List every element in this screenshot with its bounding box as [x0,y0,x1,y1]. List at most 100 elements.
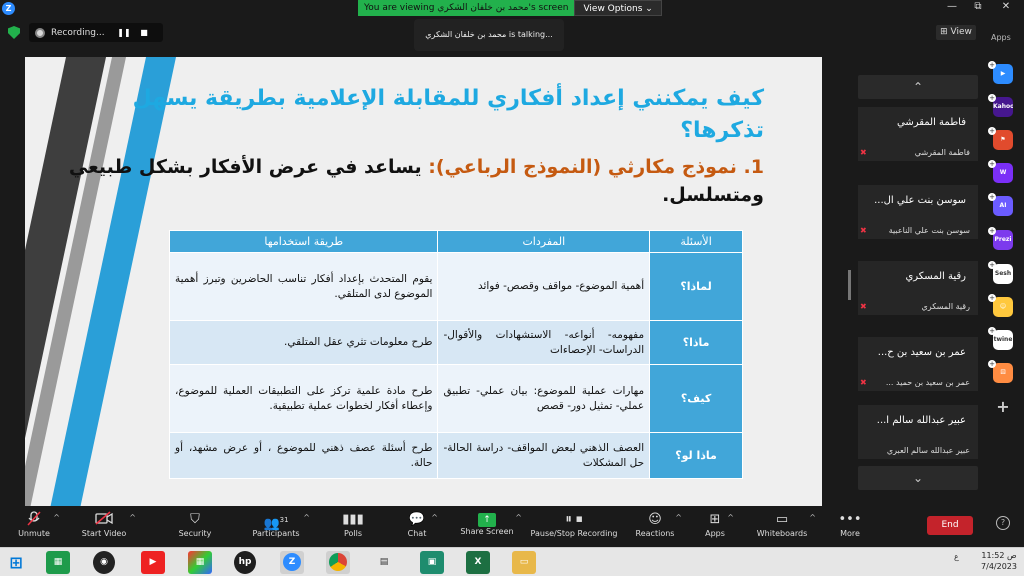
reactions-button[interactable]: ☺ Reactions ^ [634,511,682,547]
security-button[interactable]: ⛉ Security [175,511,215,547]
usage-cell: طرح معلومات تثري عقل المتلقي. [168,320,439,365]
spreadsheet-app-icon[interactable]: ▦ [46,551,70,574]
apps-label: Apps [705,529,725,538]
polls-label: Polls [343,529,363,538]
add-app-plus-icon[interactable]: + [988,160,996,168]
ai-app-icon[interactable]: AI [993,196,1013,216]
scanner-app-icon[interactable]: ▤ [372,551,396,574]
usage-cell: طرح مادة علمية تركز على التطبيقات العملي… [168,364,439,433]
participant-name: رقية المسكري [905,271,966,282]
emoji-app-icon[interactable]: ☺ [993,297,1013,317]
clock-date: 7/4/2023 [981,562,1017,571]
participant-tile[interactable]: فاطمة المقرشي ✖ فاطمة المقرشي [858,107,978,161]
scroll-down-button[interactable]: ⌄ [858,466,978,490]
participants-button[interactable]: 👥31 Participants ^ [248,511,311,547]
column-header: طريقة استخدامها [168,230,439,253]
add-app-plus-icon[interactable]: + [988,193,996,201]
prezi-app-icon[interactable]: Prezi [993,230,1013,250]
participant-label: رقية المسكري [921,302,970,311]
participant-tile[interactable]: عبير عبدالله سالم ا... عبير عبدالله سالم… [858,405,978,459]
vocabulary-cell: مهارات عملية للموضوع: بيان عملي- تطبيق ع… [437,364,651,433]
chevron-up-icon[interactable]: ^ [515,513,522,522]
participant-label: عمر بن سعيد بن حميد ... [885,378,970,387]
chat-button[interactable]: 💬 Chat ^ [402,511,438,547]
colorful-app-icon[interactable]: ▦ [188,551,212,574]
scroll-up-button[interactable]: ⌃ [858,75,978,99]
language-indicator[interactable]: ع [954,552,959,561]
windows-start-icon[interactable]: ⊞ [4,551,28,574]
end-meeting-button[interactable]: End [927,516,973,535]
clock-time: 11:52 ص [981,551,1017,560]
share-screen-button[interactable]: ↑ Share Screen ^ [458,511,522,547]
start-video-label: Start Video [81,529,127,538]
chrome-icon[interactable] [326,551,350,574]
more-button[interactable]: ••• More [837,511,863,547]
model-name: 1. نموذج مكارثي (النموذج الرباعي): [428,156,764,178]
participant-label: عبير عبدالله سالم العبري [886,446,970,455]
flag-app-icon[interactable]: ⚑ [993,130,1013,150]
participants-label: Participants [252,529,300,538]
wooclap-app-icon[interactable]: W [993,163,1013,183]
share-screen-icon: ↑ [478,513,496,527]
view-options-button[interactable]: View Options ⌄ [574,0,662,16]
hp-icon[interactable]: hp [234,551,256,574]
camera-app-icon[interactable]: ◉ [93,551,115,574]
taskbar-clock[interactable]: 11:52 ص 7/4/2023 [978,550,1020,572]
whiteboards-button[interactable]: ▭ Whiteboards ^ [754,511,816,547]
add-app-plus-icon[interactable]: + [988,94,996,102]
add-app-plus-icon[interactable]: + [988,327,996,335]
slide-subtitle: 1. نموذج مكارثي (النموذج الرباعي): يساعد… [64,153,764,209]
tv-app-icon[interactable]: ▶ [993,64,1013,84]
youtube-icon[interactable]: ▶ [141,551,165,574]
view-button[interactable]: ⊞ View [936,25,976,40]
twine-app-icon[interactable]: twine [993,330,1013,350]
sesh-app-icon[interactable]: Sesh [993,264,1013,284]
chevron-up-icon[interactable]: ^ [129,513,136,522]
participant-name: عمر بن سعيد بن ح... [877,347,966,358]
pause-stop-recording-label: Pause/Stop Recording [530,529,618,538]
dice-app-icon[interactable]: ⚄ [993,363,1013,383]
chevron-up-icon[interactable]: ^ [727,513,734,522]
table-row: ماذا لو؟ العصف الذهني لبعض المواقف- دراس… [168,432,743,479]
security-shield-icon[interactable] [8,26,20,39]
chevron-up-icon[interactable]: ^ [809,513,816,522]
participant-name: سوسن بنت علي ال... [874,195,966,206]
participants-count: 31 [279,516,289,524]
pause-recording-icon[interactable]: ❚❚ [117,28,131,37]
slide-title: كيف يمكنني إعداد أفكاري للمقابلة الإعلام… [132,86,764,143]
add-app-plus-icon[interactable]: + [988,294,996,302]
participant-tile[interactable]: عمر بن سعيد بن ح... ✖ عمر بن سعيد بن حمي… [858,337,978,391]
apps-button[interactable]: ⊞ Apps ^ [702,511,734,547]
add-app-plus-icon[interactable]: + [988,227,996,235]
excel-icon[interactable]: X [466,551,490,574]
participant-tile[interactable]: رقية المسكري ✖ رقية المسكري [858,261,978,315]
panel-scrollbar[interactable] [848,270,851,300]
stop-recording-icon[interactable]: ■ [137,28,151,37]
participant-tile[interactable]: سوسن بنت علي ال... ✖ سوسن بنت علي الناعب… [858,185,978,239]
chevron-up-icon[interactable]: ^ [53,513,60,522]
unmute-button[interactable]: Unmute ^ [14,511,60,547]
add-app-plus-icon[interactable]: + [988,261,996,269]
close-button[interactable]: ✕ [992,0,1020,16]
chevron-up-icon[interactable]: ^ [431,513,438,522]
chevron-up-icon[interactable]: ^ [303,513,310,522]
chevron-up-icon[interactable]: ^ [675,513,682,522]
add-app-plus-icon[interactable]: + [988,127,996,135]
smiley-plus-icon: ☺ [648,512,662,527]
add-app-plus-icon[interactable]: + [988,360,996,368]
mccarthy-model-table: الأسئلة المفردات طريقة استخدامها لماذا؟ … [168,230,743,479]
add-app-icon[interactable]: + [993,397,1013,417]
pause-stop-recording-button[interactable]: ⏸ ⏹ Pause/Stop Recording [528,511,620,547]
start-video-button[interactable]: Start Video ^ [78,511,136,547]
add-app-plus-icon[interactable]: + [988,61,996,69]
help-icon[interactable]: ? [996,516,1010,530]
viewing-screen-label: You are viewing محمد بن خلفان الشكري's s… [358,0,575,16]
restore-button[interactable]: ⧉ [964,0,992,16]
zoom-taskbar-icon[interactable]: Z [280,551,304,574]
minimize-button[interactable]: — [938,0,966,16]
kahoot-app-icon[interactable]: Kahoot! [993,97,1013,117]
file-explorer-icon[interactable]: ▭ [512,551,536,574]
calculator-app-icon[interactable]: ▣ [420,551,444,574]
polls-button[interactable]: ▮▮▮ Polls [338,511,368,547]
microphone-muted-icon [14,511,54,529]
